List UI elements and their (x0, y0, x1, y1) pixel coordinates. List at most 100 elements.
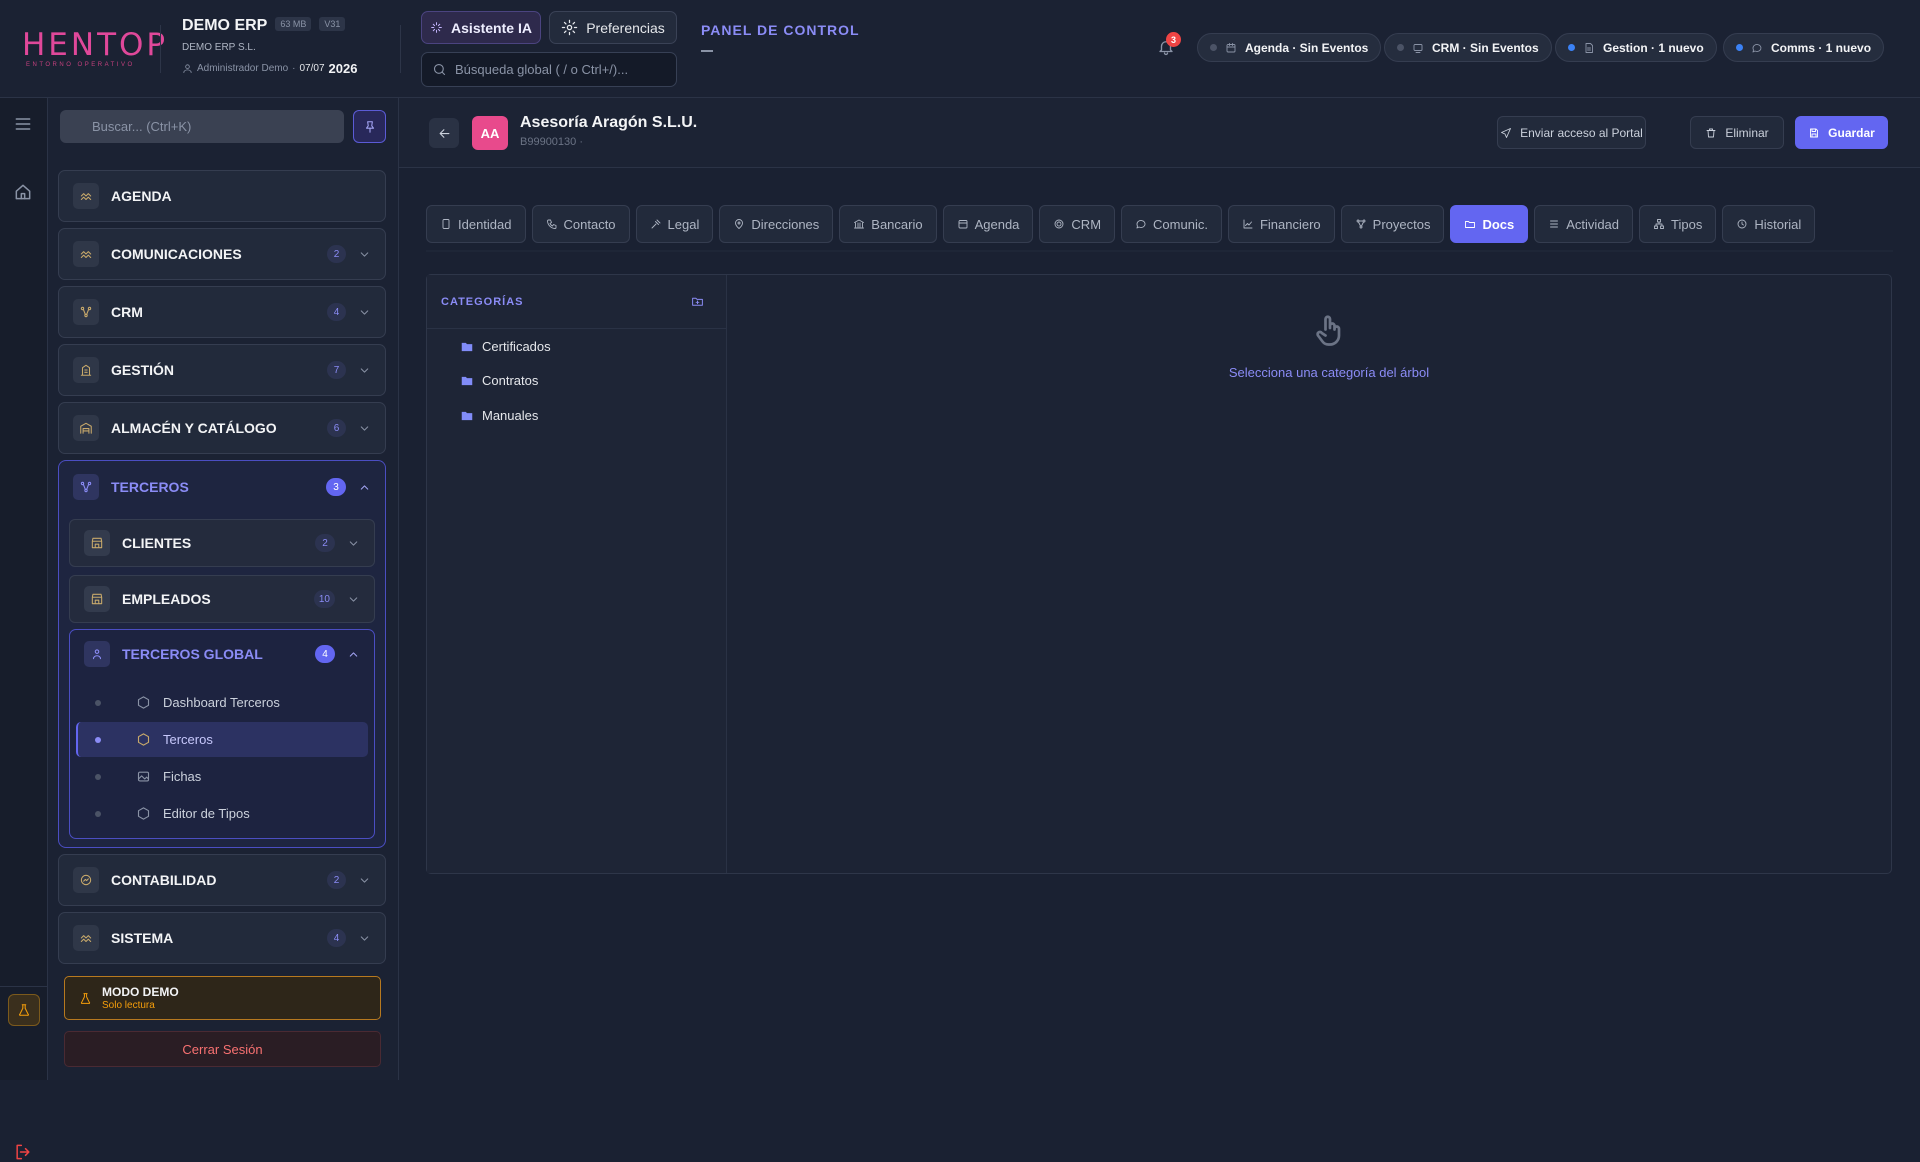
tab-bancario[interactable]: Bancario (839, 205, 937, 243)
gestion-status-pill[interactable]: Gestion · 1 nuevo (1555, 33, 1717, 62)
chat-icon (1751, 42, 1763, 54)
sidebar-leaf-terceros[interactable]: Terceros (76, 722, 368, 757)
divider (0, 986, 48, 987)
tab-label: Contacto (563, 216, 616, 232)
comms-status-pill[interactable]: Comms · 1 nuevo (1723, 33, 1885, 62)
crm-status-pill[interactable]: CRM · Sin Eventos (1384, 33, 1552, 62)
sidebar-search-input[interactable]: Buscar... (Ctrl+K) (60, 110, 344, 143)
hexagon-icon (136, 806, 151, 821)
user-icon (182, 63, 193, 74)
tab-financiero[interactable]: Financiero (1227, 205, 1335, 243)
fiscal-year[interactable]: 2026 (329, 61, 358, 76)
gear-icon (561, 19, 578, 36)
company-name: DEMO ERP (182, 17, 268, 34)
sidebar-item-label: CRM (111, 304, 143, 320)
pill-label: Agenda · Sin Eventos (1245, 40, 1369, 55)
sidebar-item-contabilidad[interactable]: CONTABILIDAD 2 (58, 854, 386, 906)
sidebar-item-gestion[interactable]: GESTIÓN 7 (58, 344, 386, 396)
trash-icon (1705, 127, 1717, 139)
tab-crm[interactable]: CRM (1039, 205, 1116, 243)
category-label: Contratos (482, 373, 539, 388)
chevron-down-icon (358, 874, 371, 887)
tab-direcciones[interactable]: Direcciones (719, 205, 834, 243)
ai-assistant-label: Asistente IA (451, 19, 532, 36)
target-icon (1053, 218, 1065, 230)
tab-label: Tipos (1671, 216, 1703, 232)
send-icon (1500, 127, 1512, 139)
pointing-hand-icon (1312, 313, 1348, 349)
chevron-down-icon (358, 364, 371, 377)
count-badge: 10 (313, 590, 335, 608)
user-name: Administrador Demo (197, 63, 289, 74)
line-chart-icon (1242, 218, 1254, 230)
sidebar-item-empleados[interactable]: EMPLEADOS 10 (69, 575, 375, 623)
record-tax-id: B99900130 · (520, 136, 583, 148)
brand-logo[interactable]: HENTOP ENTORNO OPERATIVO (22, 30, 165, 69)
network-icon (73, 474, 99, 500)
building-icon (73, 357, 99, 383)
main-content: AA Asesoría Aragón S.L.U. B99900130 · En… (399, 98, 1920, 1080)
session-date: 07/07 (299, 63, 325, 74)
sidebar-item-label: SISTEMA (111, 930, 174, 946)
category-label: Manuales (482, 408, 539, 423)
agenda-status-pill[interactable]: Agenda · Sin Eventos (1197, 33, 1382, 62)
tab-legal[interactable]: Legal (635, 205, 714, 243)
sidebar-item-agenda[interactable]: AGENDA (58, 170, 386, 222)
tab-historial[interactable]: Historial (1722, 205, 1816, 243)
sidebar-leaf-dashboard-terceros[interactable]: Dashboard Terceros (76, 685, 368, 720)
sidebar-leaf-editor-tipos[interactable]: Editor de Tipos (76, 796, 368, 831)
add-folder-icon[interactable] (691, 295, 704, 308)
sidebar-item-comunicaciones[interactable]: COMUNICACIONES 2 (58, 228, 386, 280)
sidebar-item-label: CLIENTES (122, 535, 192, 551)
sidebar-item-almacen[interactable]: ALMACÉN Y CATÁLOGO 6 (58, 402, 386, 454)
sidebar-item-terceros[interactable]: TERCEROS 3 (59, 461, 385, 513)
hamburger-menu-icon[interactable] (13, 114, 33, 134)
back-button[interactable] (429, 118, 459, 148)
delete-button[interactable]: Eliminar (1690, 116, 1784, 149)
tab-label: Legal (667, 216, 700, 232)
tab-agenda[interactable]: Agenda (942, 205, 1034, 243)
tab-contacto[interactable]: Contacto (531, 205, 630, 243)
communications-icon (73, 241, 99, 267)
calendar-icon (1225, 42, 1237, 54)
preferences-button[interactable]: Preferencias (549, 11, 677, 44)
categories-header: CATEGORÍAS (427, 275, 727, 329)
list-icon (1548, 218, 1560, 230)
tab-tipos[interactable]: Tipos (1639, 205, 1717, 243)
count-badge: 4 (327, 303, 346, 321)
category-item-certificados[interactable]: Certificados (460, 339, 551, 354)
category-item-manuales[interactable]: Manuales (460, 408, 538, 423)
tab-proyectos[interactable]: Proyectos (1340, 205, 1445, 243)
pin-icon[interactable] (353, 110, 386, 143)
ai-assistant-button[interactable]: Asistente IA (421, 11, 541, 44)
avatar: AA (472, 116, 508, 150)
sidebar-item-terceros-global[interactable]: TERCEROS GLOBAL 4 (70, 630, 374, 678)
save-button[interactable]: Guardar (1795, 116, 1888, 149)
sidebar-leaf-fichas[interactable]: Fichas (76, 759, 368, 794)
count-badge: 2 (315, 534, 335, 552)
tab-docs[interactable]: Docs (1450, 205, 1529, 243)
logout-button[interactable]: Cerrar Sesión (64, 1031, 381, 1067)
tab-identidad[interactable]: Identidad (426, 205, 526, 243)
sidebar-item-crm[interactable]: CRM 4 (58, 286, 386, 338)
demo-mode-subtitle: Solo lectura (102, 1000, 155, 1011)
tab-label: CRM (1071, 216, 1102, 232)
demo-mode-banner: MODO DEMO Solo lectura (64, 976, 381, 1020)
sidebar-item-clientes[interactable]: CLIENTES 2 (69, 519, 375, 567)
tab-comunicaciones[interactable]: Comunic. (1121, 205, 1222, 243)
tab-label: Proyectos (1372, 216, 1431, 232)
demo-mode-flask-icon[interactable] (8, 994, 40, 1026)
category-item-contratos[interactable]: Contratos (460, 373, 538, 388)
global-search-input[interactable]: Búsqueda global ( / o Ctrl+/)... (421, 52, 677, 87)
status-dot (1397, 44, 1404, 51)
chevron-up-icon (358, 481, 371, 494)
crm-icon (73, 299, 99, 325)
chevron-down-icon (358, 306, 371, 319)
sidebar-item-sistema[interactable]: SISTEMA 4 (58, 912, 386, 964)
tab-label: Direcciones (751, 216, 820, 232)
send-portal-access-button[interactable]: Enviar acceso al Portal (1497, 116, 1646, 149)
logout-icon[interactable] (13, 1142, 33, 1162)
home-icon[interactable] (13, 182, 33, 202)
panel-title[interactable]: PANEL DE CONTROL (701, 22, 860, 38)
tab-actividad[interactable]: Actividad (1534, 205, 1634, 243)
